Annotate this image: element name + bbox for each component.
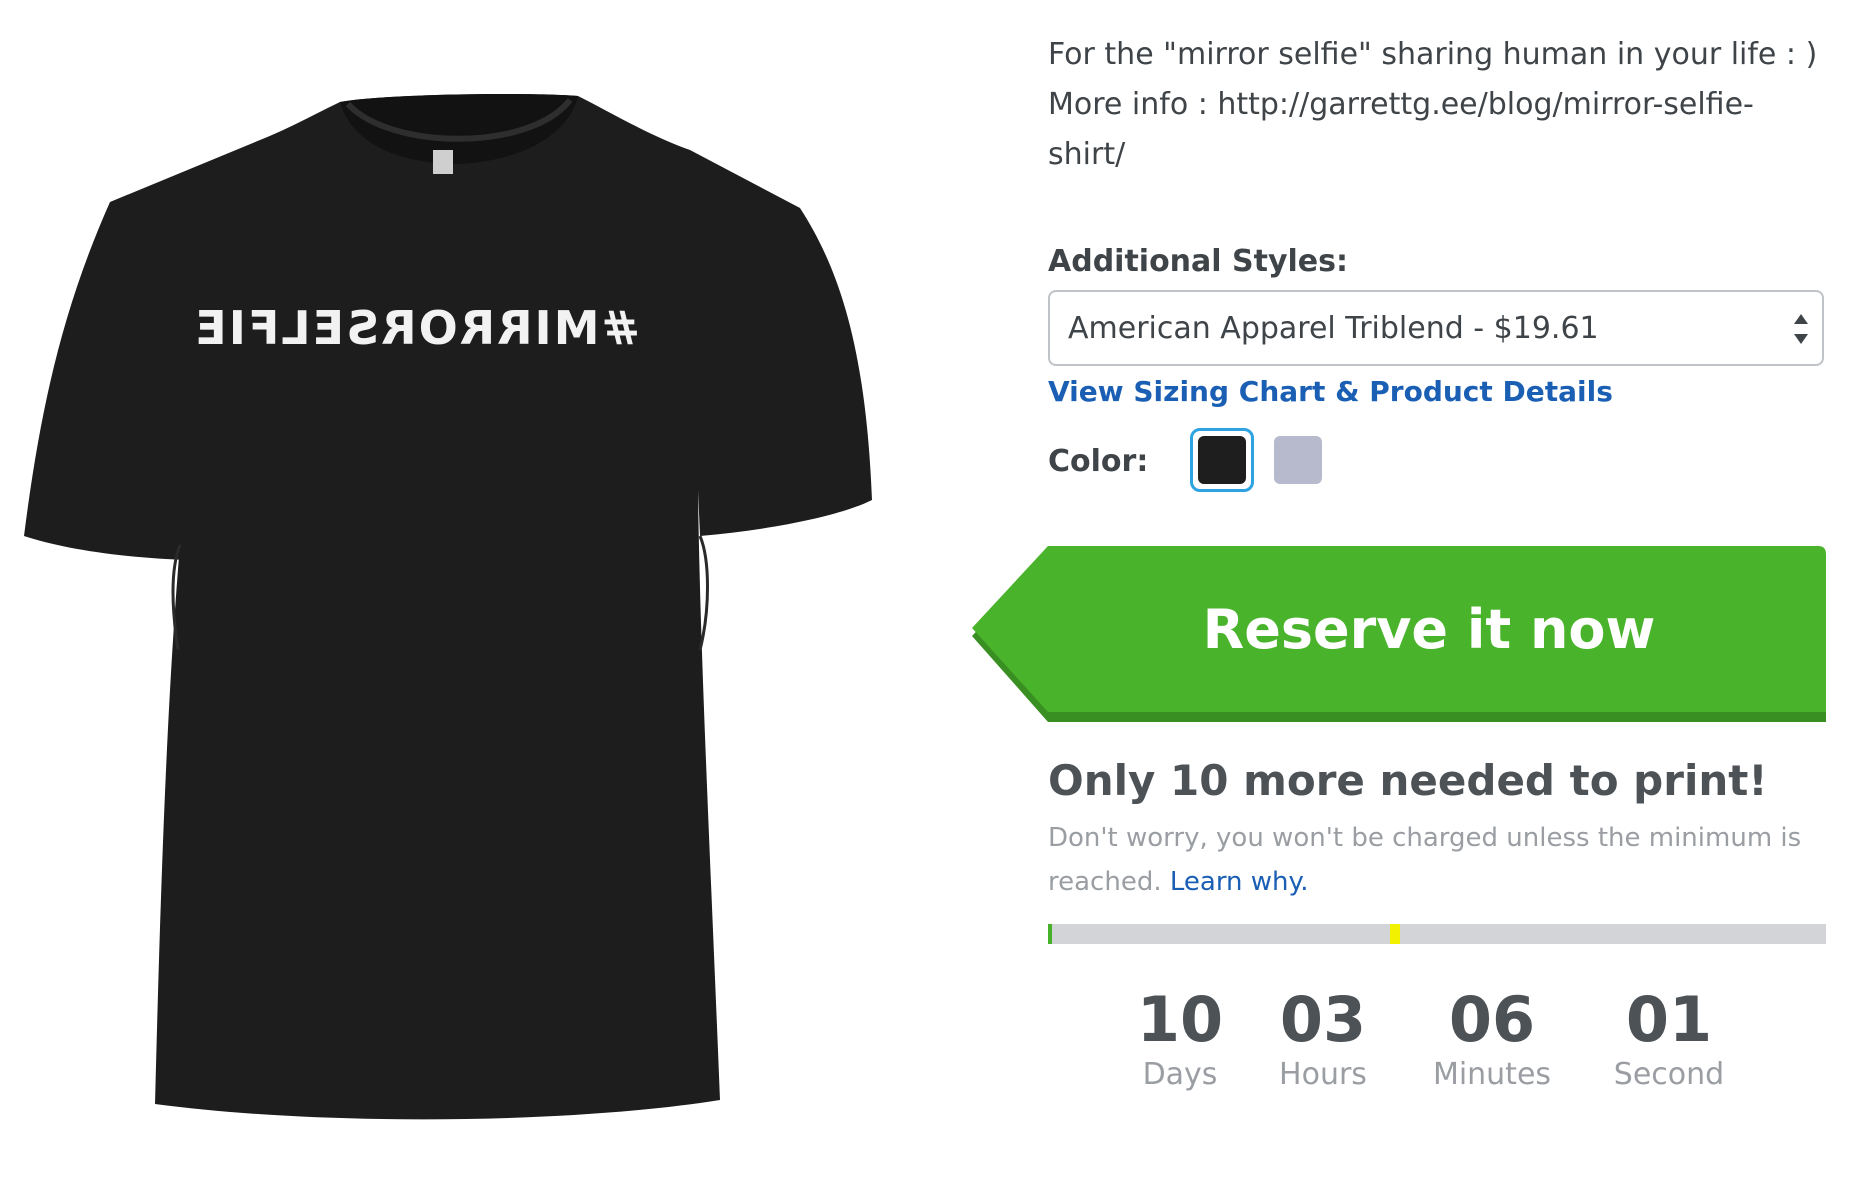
color-swatch-black[interactable] xyxy=(1190,428,1254,492)
learn-why-link[interactable]: Learn why. xyxy=(1170,867,1309,897)
product-info-panel: For the "mirror selfie" sharing human in… xyxy=(1048,30,1828,492)
style-select-value: American Apparel Triblend - $19.61 xyxy=(1068,311,1599,346)
reserve-button[interactable]: Reserve it now xyxy=(972,546,1826,722)
charge-note-text: Don't worry, you won't be charged unless… xyxy=(1048,823,1802,897)
countdown-hours-value: 03 xyxy=(1279,983,1367,1056)
additional-styles-label: Additional Styles: xyxy=(1048,244,1348,279)
needed-to-print-heading: Only 10 more needed to print! xyxy=(1048,756,1768,805)
shirt-print-text: #MIRRORSELFIE xyxy=(193,301,640,355)
reserve-button-label: Reserve it now xyxy=(1202,598,1656,661)
product-description: For the "mirror selfie" sharing human in… xyxy=(1048,30,1828,180)
countdown-minutes: 06 Minutes xyxy=(1402,985,1582,1095)
color-swatches xyxy=(1190,428,1330,492)
countdown-hours: 03 Hours xyxy=(1233,985,1413,1095)
description-line-2: More info : http://garrettg.ee/blog/mirr… xyxy=(1048,87,1754,122)
countdown-hours-label: Hours xyxy=(1279,1057,1367,1092)
goal-marker xyxy=(1390,924,1401,944)
product-image: #MIRRORSELFIE xyxy=(10,90,890,1120)
select-arrows-icon xyxy=(1794,314,1808,344)
countdown-seconds-label: Second xyxy=(1613,1057,1725,1092)
sizing-chart-link[interactable]: View Sizing Chart & Product Details xyxy=(1048,375,1613,408)
charge-note: Don't worry, you won't be charged unless… xyxy=(1048,816,1838,904)
tshirt-body xyxy=(24,94,872,1120)
countdown-minutes-value: 06 xyxy=(1448,983,1536,1056)
style-select[interactable]: American Apparel Triblend - $19.61 xyxy=(1048,290,1824,366)
description-line-1: For the "mirror selfie" sharing human in… xyxy=(1048,37,1818,72)
countdown-timer: 10 Days 03 Hours 06 Minutes 01 Second xyxy=(0,985,1857,1095)
campaign-progress-bar xyxy=(1048,924,1826,944)
color-swatch-heather[interactable] xyxy=(1266,428,1330,492)
countdown-minutes-label: Minutes xyxy=(1432,1057,1552,1092)
color-label: Color: xyxy=(1048,444,1149,479)
color-chip xyxy=(1198,436,1246,484)
countdown-seconds: 01 Second xyxy=(1579,985,1759,1095)
description-line-3: shirt/ xyxy=(1048,137,1126,172)
countdown-seconds-value: 01 xyxy=(1625,983,1713,1056)
progress-fill xyxy=(1048,924,1052,944)
color-chip xyxy=(1274,436,1322,484)
